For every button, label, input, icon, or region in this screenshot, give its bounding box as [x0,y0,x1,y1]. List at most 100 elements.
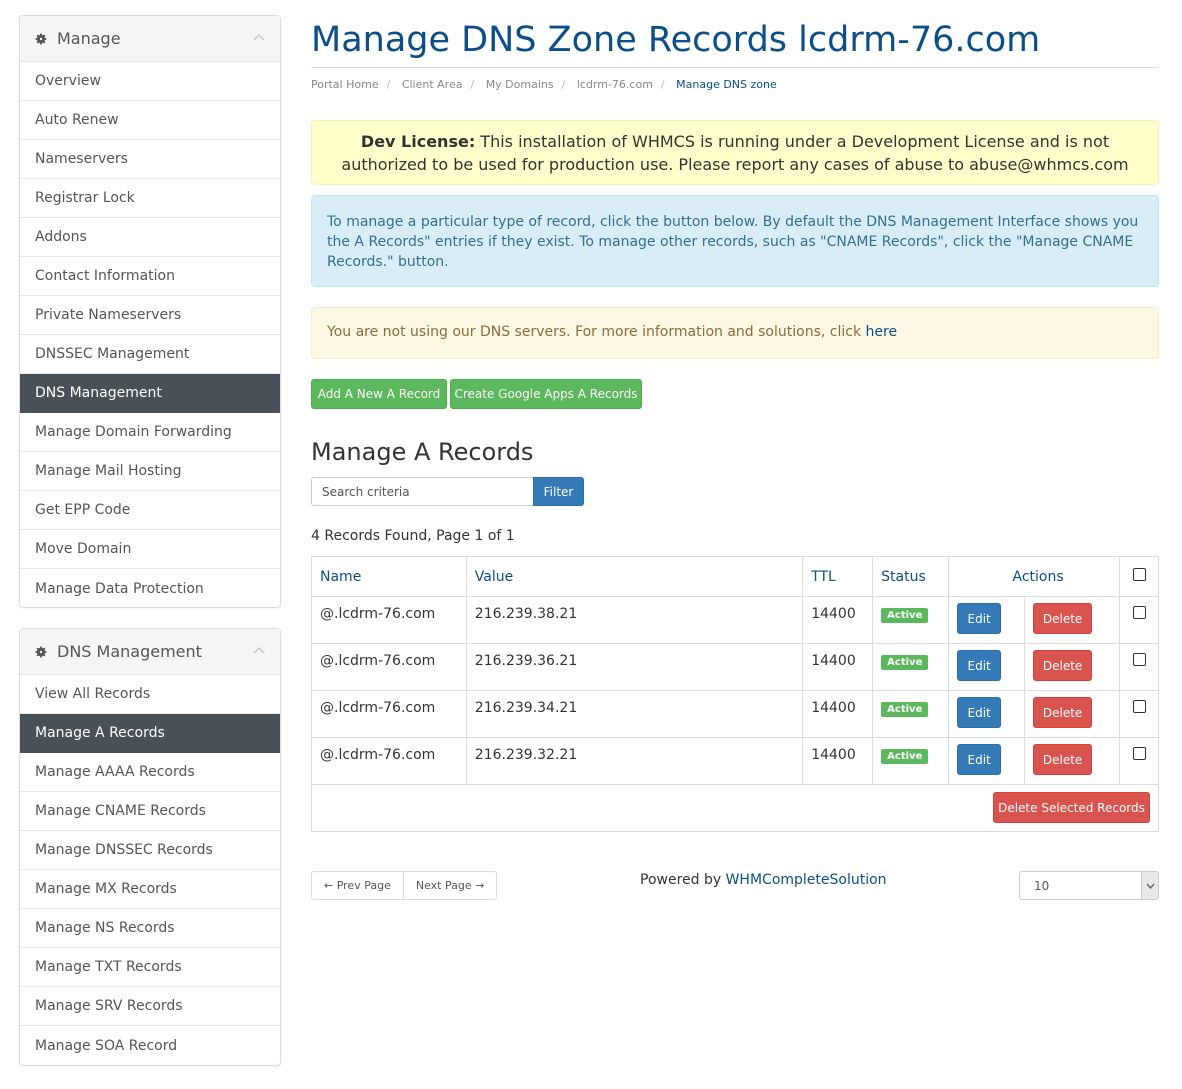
row-checkbox[interactable] [1132,700,1146,713]
header-status[interactable]: Status [872,556,950,597]
record-status-cell: Active [872,596,950,644]
sidebar-item-addons[interactable]: Addons [20,218,280,257]
sidebar-item-manage-cname-records[interactable]: Manage CNAME Records [20,792,280,831]
delete-cell: Delete [1024,643,1121,691]
chevron-up-icon[interactable] [253,33,265,41]
panel-heading-dns[interactable]: DNS Management [20,629,280,675]
header-value[interactable]: Value [465,556,804,597]
header-name[interactable]: Name [311,556,467,597]
record-name: @.lcdrm-76.com [311,737,467,785]
sidebar-item-manage-a-records[interactable]: Manage A Records [20,714,280,753]
select-all-checkbox[interactable] [1132,568,1146,581]
sidebar-item-view-all-records[interactable]: View All Records [20,675,280,714]
breadcrumb-portal-home[interactable]: Portal Home [311,78,379,91]
status-badge: Active [881,749,929,764]
delete-button[interactable]: Delete [1033,603,1093,634]
breadcrumb-domain[interactable]: lcdrm-76.com [577,78,653,91]
record-value: 216.239.36.21 [465,643,804,691]
sidebar-item-manage-aaaa-records[interactable]: Manage AAAA Records [20,753,280,792]
sidebar-item-dns-management[interactable]: DNS Management [20,374,280,413]
edit-button[interactable]: Edit [957,650,1002,681]
license-label: Dev License: [360,132,476,151]
table-row: @.lcdrm-76.com 216.239.34.21 14400 Active Ed… [311,690,1159,738]
sidebar-item-overview[interactable]: Overview [20,62,280,101]
record-value: 216.239.32.21 [465,737,804,785]
delete-button[interactable]: Delete [1033,650,1093,681]
sidebar-item-registrar-lock[interactable]: Registrar Lock [20,179,280,218]
sidebar-item-manage-srv-records[interactable]: Manage SRV Records [20,987,280,1026]
sidebar-item-manage-ns-records[interactable]: Manage NS Records [20,909,280,948]
breadcrumb-client-area[interactable]: Client Area [402,78,463,91]
record-status-cell: Active [872,690,950,738]
records-body: @.lcdrm-76.com 216.239.38.21 14400 Active Ed… [311,596,1159,785]
row-checkbox[interactable] [1132,606,1146,619]
delete-button[interactable]: Delete [1033,697,1093,728]
table-row: @.lcdrm-76.com 216.239.32.21 14400 Active Ed… [311,737,1159,785]
powered-by-link[interactable]: WHMCompleteSolution [726,872,887,888]
panel-heading-manage[interactable]: Manage [20,16,280,62]
sidebar-item-auto-renew[interactable]: Auto Renew [20,101,280,140]
sidebar-item-manage-dnssec-records[interactable]: Manage DNSSEC Records [20,831,280,870]
sidebar-item-manage-txt-records[interactable]: Manage TXT Records [20,948,280,987]
record-value: 216.239.38.21 [465,596,804,644]
page-size-select[interactable]: 10 [1019,871,1159,900]
edit-button[interactable]: Edit [957,697,1002,728]
sidebar-item-move-domain[interactable]: Move Domain [20,530,280,569]
add-record-button[interactable]: Add A New A Record [311,379,447,409]
dev-license-alert: Dev License: This installation of WHMCS … [311,120,1159,185]
info-text: To manage a particular type of record, c… [327,214,1139,270]
next-page-button[interactable]: Next Page → [402,872,496,899]
search-input[interactable] [311,477,534,506]
panel-title: Manage [57,29,121,48]
sidebar-panel-manage: Manage Overview Auto Renew Nameservers Regi… [19,15,281,608]
delete-selected-button[interactable]: Delete Selected Records [993,792,1150,823]
sidebar-item-manage-data-protection[interactable]: Manage Data Protection [20,569,280,608]
sidebar-item-manage-mail-hosting[interactable]: Manage Mail Hosting [20,452,280,491]
gear-icon [35,32,47,45]
sidebar-item-manage-soa-record[interactable]: Manage SOA Record [20,1026,280,1065]
status-badge: Active [881,608,929,623]
page-title: Manage DNS Zone Records lcdrm-76.com [311,20,1041,60]
sidebar-item-manage-mx-records[interactable]: Manage MX Records [20,870,280,909]
records-count: 4 Records Found, Page 1 of 1 [311,528,515,544]
sidebar-item-contact-information[interactable]: Contact Information [20,257,280,296]
delete-cell: Delete [1024,596,1121,644]
edit-button[interactable]: Edit [957,603,1002,634]
sidebar-item-nameservers[interactable]: Nameservers [20,140,280,179]
record-name: @.lcdrm-76.com [311,596,467,644]
record-ttl: 14400 [802,596,874,644]
records-table: Name Value TTL Status Actions @.lcdrm-76… [311,556,1159,832]
record-status-cell: Active [872,737,950,785]
table-footer-cell: Delete Selected Records [311,784,1159,832]
sidebar-item-get-epp-code[interactable]: Get EPP Code [20,491,280,530]
row-checkbox[interactable] [1132,653,1146,666]
sidebar-item-private-nameservers[interactable]: Private Nameservers [20,296,280,335]
header-select-all [1119,556,1159,597]
dns-warning-alert: You are not using our DNS servers. For m… [311,307,1159,359]
delete-button[interactable]: Delete [1033,744,1093,775]
edit-cell: Edit [948,737,1026,785]
prev-page-button[interactable]: ← Prev Page [312,872,403,899]
sidebar-menu-manage: Overview Auto Renew Nameservers Registrar L… [20,62,280,608]
delete-cell: Delete [1024,690,1121,738]
google-apps-button[interactable]: Create Google Apps A Records [450,379,642,409]
row-checkbox[interactable] [1132,747,1146,760]
sidebar-item-dnssec-management[interactable]: DNSSEC Management [20,335,280,374]
section-title: Manage A Records [311,438,534,466]
warning-link[interactable]: here [866,324,898,340]
select-cell [1119,690,1159,738]
delete-cell: Delete [1024,737,1121,785]
edit-button[interactable]: Edit [957,744,1002,775]
powered-by: Powered by WHMCompleteSolution [640,872,887,888]
header-actions: Actions [948,556,1121,597]
chevron-down-icon[interactable] [1141,872,1158,899]
record-name: @.lcdrm-76.com [311,690,467,738]
breadcrumb-my-domains[interactable]: My Domains [486,78,554,91]
header-ttl[interactable]: TTL [802,556,874,597]
chevron-up-icon[interactable] [253,646,265,654]
record-ttl: 14400 [802,737,874,785]
table-row: @.lcdrm-76.com 216.239.36.21 14400 Active Ed… [311,643,1159,691]
record-name: @.lcdrm-76.com [311,643,467,691]
sidebar-item-manage-domain-forwarding[interactable]: Manage Domain Forwarding [20,413,280,452]
filter-button[interactable]: Filter [533,477,584,506]
